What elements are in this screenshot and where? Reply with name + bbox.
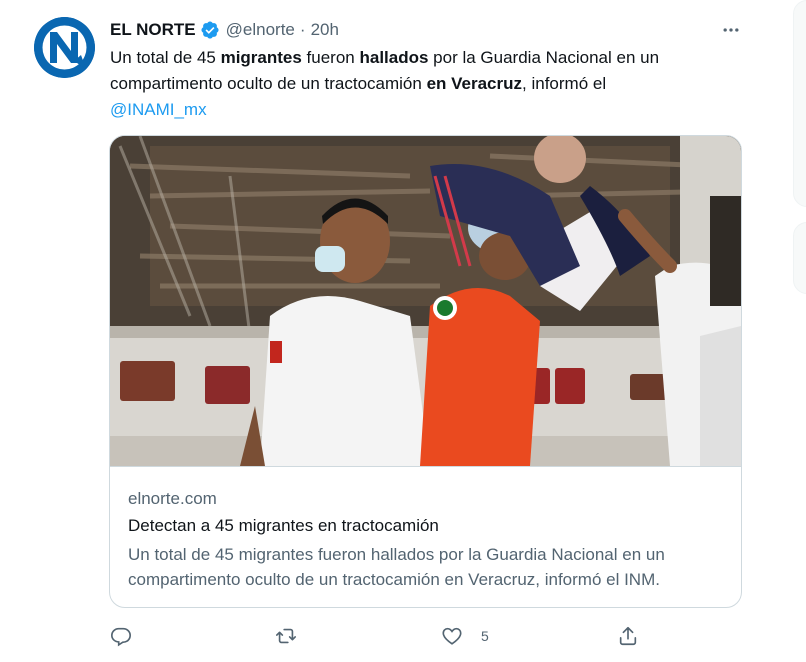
avatar[interactable]: [34, 17, 95, 78]
card-divider: [110, 466, 741, 467]
more-options-icon[interactable]: [717, 18, 745, 42]
mention-link[interactable]: @INAMI_mx: [110, 100, 207, 119]
tweet-text: Un total de 45 migrantes fueron hallados…: [110, 45, 730, 123]
card-image[interactable]: [110, 136, 741, 466]
sidebar-card: [793, 222, 806, 294]
reply-icon: [110, 625, 132, 647]
tweet-text-part: , informó el: [522, 74, 607, 93]
author-handle[interactable]: @elnorte: [226, 20, 295, 40]
share-button[interactable]: [617, 624, 639, 648]
author-name[interactable]: EL NORTE: [110, 20, 196, 40]
like-count: 5: [481, 628, 489, 644]
separator-dot: ·: [299, 20, 306, 39]
tweet-text-bold: migrantes: [220, 48, 302, 67]
card-title: Detectan a 45 migrantes en tractocamión: [128, 516, 439, 535]
tweet-timestamp[interactable]: 20h: [311, 20, 339, 40]
tweet-text-part: Un total de 45: [110, 48, 221, 67]
tweet-header: EL NORTE @elnorte · 20h: [110, 18, 339, 42]
tweet-text-bold: en Veracruz: [426, 74, 523, 93]
share-icon: [617, 625, 639, 647]
heart-icon: [441, 625, 463, 647]
el-norte-logo: [34, 17, 95, 78]
sidebar-card: [793, 0, 806, 207]
like-button[interactable]: 5: [441, 624, 489, 648]
verified-badge-icon: [200, 20, 220, 40]
link-card[interactable]: elnorte.com Detectan a 45 migrantes en t…: [109, 135, 742, 608]
card-domain: elnorte.com: [128, 489, 217, 508]
tweet[interactable]: EL NORTE @elnorte · 20h Un total de 45 m…: [0, 0, 765, 662]
card-description: Un total de 45 migrantes fueron hallados…: [128, 545, 665, 589]
tweet-text-part: fueron: [301, 48, 360, 67]
retweet-icon: [275, 625, 297, 647]
tweet-text-bold: hallados: [359, 48, 429, 67]
retweet-button[interactable]: [275, 624, 297, 648]
reply-button[interactable]: [110, 624, 132, 648]
